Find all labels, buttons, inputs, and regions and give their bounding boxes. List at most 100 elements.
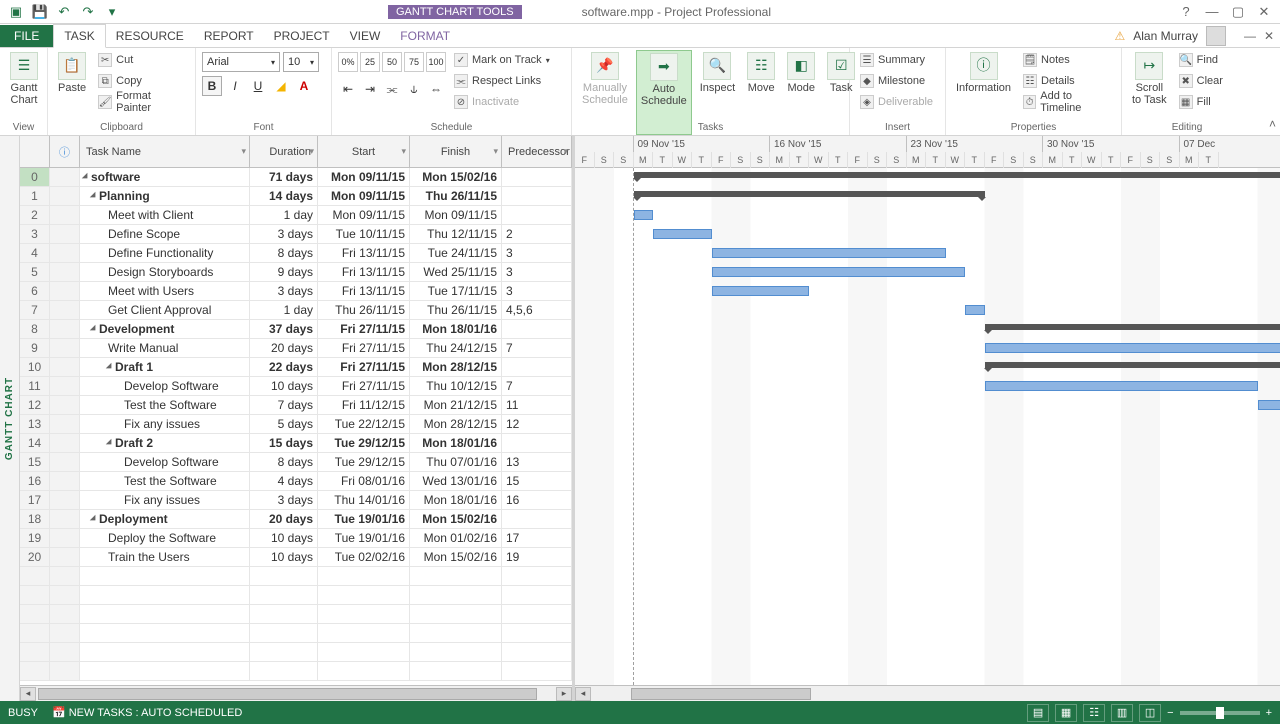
row-indicator[interactable] [50,244,80,262]
table-row[interactable]: 15Develop Software8 daysTue 29/12/15Thu … [20,453,572,472]
cell-predecessors[interactable]: 3 [502,244,572,262]
row-id[interactable]: 17 [20,491,50,509]
table-row[interactable]: 16Test the Software4 daysFri 08/01/16Wed… [20,472,572,491]
row-id[interactable]: 14 [20,434,50,452]
cell-duration[interactable]: 15 days [250,434,318,452]
cell-predecessors[interactable] [502,168,572,186]
row-indicator[interactable] [50,434,80,452]
row-id[interactable]: 3 [20,225,50,243]
cell-start[interactable]: Fri 13/11/15 [318,282,410,300]
table-row[interactable]: 8Development37 daysFri 27/11/15Mon 18/01… [20,320,572,339]
collapse-icon[interactable] [90,325,98,333]
cell-predecessors[interactable]: 19 [502,548,572,566]
row-id[interactable]: 2 [20,206,50,224]
table-row[interactable]: 0software71 daysMon 09/11/15Mon 15/02/16 [20,168,572,187]
cell-finish[interactable]: Wed 25/11/15 [410,263,502,281]
collapse-icon[interactable] [106,363,114,371]
chevron-down-icon[interactable]: ▾ [401,146,406,157]
col-finish[interactable]: Finish▾ [410,136,502,167]
cell-duration[interactable]: 20 days [250,339,318,357]
cell-task-name[interactable]: Define Scope [80,225,250,243]
gantt-summary-bar[interactable] [634,191,985,197]
cell-finish[interactable]: Tue 17/11/15 [410,282,502,300]
table-row[interactable] [20,586,572,605]
cell-task-name[interactable]: Planning [80,187,250,205]
cell-predecessors[interactable]: 2 [502,225,572,243]
cell-duration[interactable]: 3 days [250,225,318,243]
row-indicator[interactable] [50,358,80,376]
cell-start[interactable]: Tue 29/12/15 [318,434,410,452]
col-start[interactable]: Start▾ [318,136,410,167]
respect-links-button[interactable]: ⫘Respect Links [450,71,554,91]
cell-task-name[interactable]: Define Functionality [80,244,250,262]
cell-task-name[interactable]: Write Manual [80,339,250,357]
gantt-task-bar[interactable] [985,343,1280,353]
app-icon[interactable]: ▣ [6,2,26,22]
tab-file[interactable]: FILE [0,25,53,47]
collapse-icon[interactable] [90,192,98,200]
font-size-select[interactable]: 10▾ [283,52,319,72]
cell-duration[interactable]: 8 days [250,244,318,262]
cell-duration[interactable]: 4 days [250,472,318,490]
table-row[interactable]: 11Develop Software10 daysFri 27/11/15Thu… [20,377,572,396]
scroll-left-icon[interactable]: ◂ [20,687,36,701]
row-indicator[interactable] [50,548,80,566]
collapse-icon[interactable] [106,439,114,447]
table-row[interactable]: 12Test the Software7 daysFri 11/12/15Mon… [20,396,572,415]
gantt-summary-bar[interactable] [634,172,1280,178]
cell-duration[interactable]: 7 days [250,396,318,414]
row-id[interactable]: 1 [20,187,50,205]
cell-start[interactable]: Fri 27/11/15 [318,320,410,338]
milestone-button[interactable]: ◆Milestone [856,71,939,91]
cut-button[interactable]: ✂Cut [94,50,189,70]
cell-finish[interactable]: Thu 12/11/15 [410,225,502,243]
tab-resource[interactable]: RESOURCE [106,25,194,47]
cell-predecessors[interactable] [502,358,572,376]
table-row[interactable]: 13Fix any issues5 daysTue 22/12/15Mon 28… [20,415,572,434]
cell-task-name[interactable]: Develop Software [80,377,250,395]
row-indicator[interactable] [50,510,80,528]
zoom-slider[interactable] [1180,711,1260,715]
clear-button[interactable]: ✖Clear [1175,71,1227,91]
cell-start[interactable]: Mon 09/11/15 [318,187,410,205]
view-report-icon[interactable]: ◫ [1139,704,1161,722]
cell-task-name[interactable]: Design Storyboards [80,263,250,281]
view-team-planner-icon[interactable]: ☷ [1083,704,1105,722]
details-button[interactable]: ☷Details [1019,71,1115,91]
cell-finish[interactable]: Mon 28/12/15 [410,415,502,433]
cell-task-name[interactable]: Develop Software [80,453,250,471]
pct-25-button[interactable]: 25 [360,52,380,72]
format-painter-button[interactable]: 🖌Format Painter [94,92,189,112]
cell-start[interactable]: Thu 14/01/16 [318,491,410,509]
row-indicator[interactable] [50,377,80,395]
cell-duration[interactable]: 14 days [250,187,318,205]
gantt-task-bar[interactable] [965,305,985,315]
chevron-down-icon[interactable]: ▾ [563,146,568,157]
cell-task-name[interactable]: Get Client Approval [80,301,250,319]
cell-finish[interactable]: Mon 01/02/16 [410,529,502,547]
underline-button[interactable]: U [248,76,268,96]
table-row[interactable]: 2Meet with Client1 dayMon 09/11/15Mon 09… [20,206,572,225]
cell-predecessors[interactable] [502,320,572,338]
cell-finish[interactable]: Mon 21/12/15 [410,396,502,414]
table-row[interactable]: 10Draft 122 daysFri 27/11/15Mon 28/12/15 [20,358,572,377]
cell-start[interactable]: Tue 02/02/16 [318,548,410,566]
cell-predecessors[interactable]: 3 [502,282,572,300]
mark-on-track-button[interactable]: ✓Mark on Track ▾ [450,50,554,70]
cell-duration[interactable]: 3 days [250,491,318,509]
cell-predecessors[interactable]: 15 [502,472,572,490]
row-indicator[interactable] [50,339,80,357]
row-id[interactable]: 11 [20,377,50,395]
table-row[interactable] [20,624,572,643]
row-indicator[interactable] [50,282,80,300]
cell-predecessors[interactable]: 11 [502,396,572,414]
row-id[interactable]: 12 [20,396,50,414]
row-indicator[interactable] [50,225,80,243]
gantt-task-bar[interactable] [712,248,946,258]
bold-button[interactable]: B [202,76,222,96]
grid-hscroll[interactable]: ◂ ▸ [20,685,572,701]
row-indicator[interactable] [50,320,80,338]
cell-start[interactable]: Fri 11/12/15 [318,396,410,414]
cell-start[interactable]: Tue 10/11/15 [318,225,410,243]
cell-finish[interactable]: Thu 10/12/15 [410,377,502,395]
